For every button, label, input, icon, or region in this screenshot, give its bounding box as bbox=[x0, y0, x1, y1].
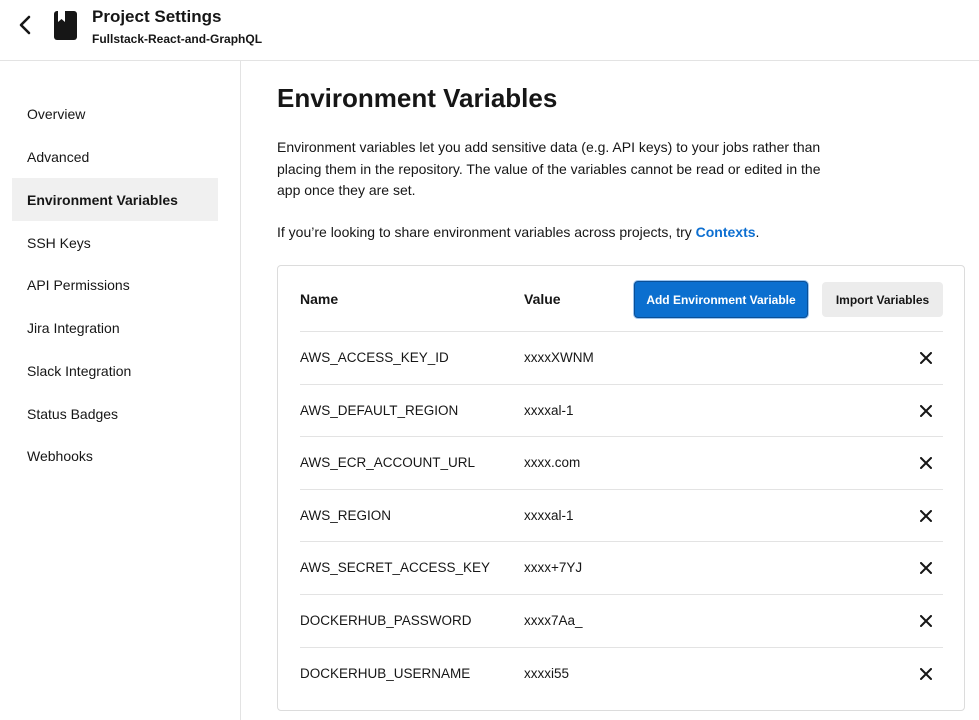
table-body: AWS_ACCESS_KEY_ID xxxxXWNM AWS_DEFAULT_R… bbox=[300, 331, 943, 699]
variable-name: AWS_REGION bbox=[300, 507, 392, 523]
contexts-link[interactable]: Contexts bbox=[696, 224, 756, 240]
variable-value: xxxx+7YJ bbox=[524, 560, 583, 576]
close-icon bbox=[920, 562, 932, 575]
table-row: DOCKERHUB_USERNAME xxxxi55 bbox=[300, 646, 943, 700]
variable-name: AWS_SECRET_ACCESS_KEY bbox=[300, 560, 491, 576]
sidebar-item-status-badges[interactable]: Status Badges bbox=[12, 392, 218, 435]
sidebar-item-environment-variables[interactable]: Environment Variables bbox=[12, 178, 218, 221]
sidebar-item-slack-integration[interactable]: Slack Integration bbox=[12, 349, 218, 392]
variable-value: xxxxXWNM bbox=[524, 350, 594, 365]
variable-value: xxxxal-1 bbox=[524, 507, 574, 523]
project-name: Fullstack-React-and-GraphQL bbox=[92, 32, 263, 46]
table-row: AWS_SECRET_ACCESS_KEY xxxx+7YJ bbox=[300, 541, 943, 594]
column-header-value: Value bbox=[524, 291, 561, 307]
page-title: Environment Variables bbox=[277, 83, 558, 113]
share-hint: If you’re looking to share environment v… bbox=[277, 224, 759, 240]
add-environment-variable-button[interactable]: Add Environment Variable bbox=[634, 281, 808, 318]
table-row: DOCKERHUB_PASSWORD xxxx7Aa_ bbox=[300, 593, 943, 647]
book-icon bbox=[53, 10, 78, 41]
sidebar-item-overview[interactable]: Overview bbox=[12, 92, 218, 135]
close-icon bbox=[920, 614, 932, 627]
close-icon bbox=[920, 457, 932, 470]
page-description: Environment variables let you add sensit… bbox=[277, 139, 821, 198]
delete-variable-button[interactable] bbox=[917, 559, 935, 577]
sidebar-item-webhooks[interactable]: Webhooks bbox=[12, 434, 218, 477]
sidebar-item-jira-integration[interactable]: Jira Integration bbox=[12, 306, 218, 349]
close-icon bbox=[920, 509, 932, 522]
sidebar-item-advanced[interactable]: Advanced bbox=[12, 135, 218, 178]
variable-name: DOCKERHUB_PASSWORD bbox=[300, 612, 472, 628]
delete-variable-button[interactable] bbox=[917, 402, 935, 420]
close-icon bbox=[920, 352, 932, 364]
delete-variable-button[interactable] bbox=[917, 454, 935, 472]
close-icon bbox=[920, 667, 932, 680]
table-row: AWS_REGION xxxxal-1 bbox=[300, 488, 943, 542]
delete-variable-button[interactable] bbox=[917, 665, 935, 683]
page-header-title: Project Settings bbox=[92, 7, 222, 26]
variable-value: xxxx.com bbox=[524, 455, 581, 471]
back-button[interactable] bbox=[12, 12, 38, 38]
variable-name: AWS_ECR_ACCOUNT_URL bbox=[300, 455, 476, 471]
top-header: Project Settings Fullstack-React-and-Gra… bbox=[0, 0, 979, 61]
variable-value: xxxx7Aa_ bbox=[524, 612, 583, 628]
table-row: AWS_ECR_ACCOUNT_URL xxxx.com bbox=[300, 436, 943, 489]
close-icon bbox=[920, 404, 932, 417]
delete-variable-button[interactable] bbox=[917, 612, 935, 630]
sidebar-item-api-permissions[interactable]: API Permissions bbox=[12, 263, 218, 306]
table-row: AWS_ACCESS_KEY_ID xxxxXWNM bbox=[300, 331, 943, 384]
variable-value: xxxxi55 bbox=[524, 665, 570, 681]
share-hint-text: If you’re looking to share environment v… bbox=[277, 224, 696, 240]
variable-name: AWS_ACCESS_KEY_ID bbox=[300, 350, 449, 365]
env-variables-table: Name Value Add Environment Variable Impo… bbox=[277, 265, 965, 711]
sidebar-item-ssh-keys[interactable]: SSH Keys bbox=[12, 221, 218, 264]
share-hint-suffix: . bbox=[755, 224, 760, 240]
table-row: AWS_DEFAULT_REGION xxxxal-1 bbox=[300, 383, 943, 437]
import-variables-button[interactable]: Import Variables bbox=[822, 282, 943, 317]
variable-value: xxxxal-1 bbox=[524, 402, 574, 418]
delete-variable-button[interactable] bbox=[917, 507, 935, 525]
chevron-left-icon bbox=[19, 15, 31, 35]
settings-sidebar: Overview Advanced Environment Variables … bbox=[0, 61, 241, 720]
delete-variable-button[interactable] bbox=[917, 349, 935, 367]
variable-name: DOCKERHUB_USERNAME bbox=[300, 665, 471, 681]
column-header-name: Name bbox=[300, 291, 339, 307]
variable-name: AWS_DEFAULT_REGION bbox=[300, 402, 459, 418]
